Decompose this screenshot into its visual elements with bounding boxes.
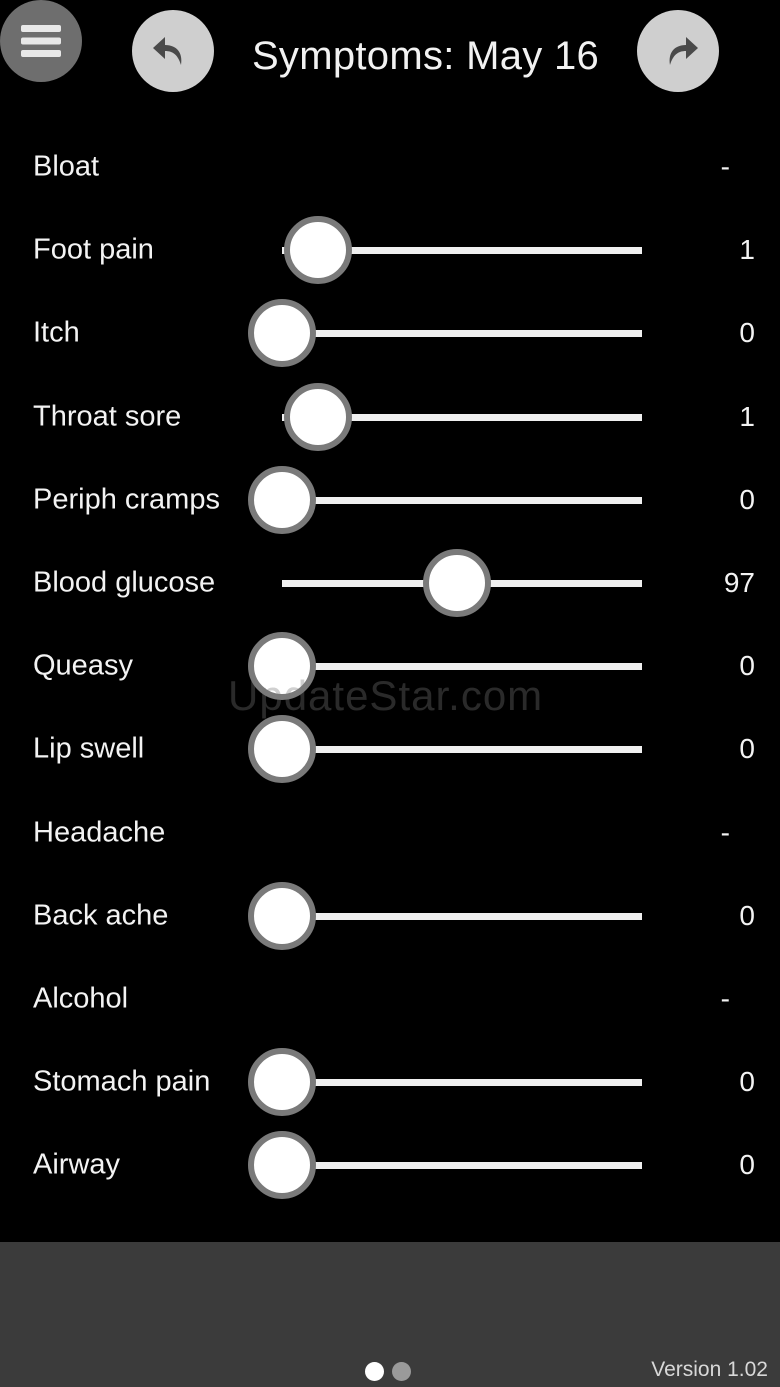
hamburger-menu-icon [21, 25, 61, 57]
symptom-label: Itch [33, 316, 80, 348]
footer: Version 1.02 [0, 1242, 780, 1387]
slider-track[interactable] [282, 496, 642, 504]
symptom-value: - [720, 982, 730, 1014]
page-dot[interactable] [392, 1362, 411, 1381]
menu-button[interactable] [0, 0, 82, 82]
symptom-label: Stomach pain [33, 1065, 211, 1097]
slider-thumb[interactable] [248, 465, 316, 534]
symptom-slider[interactable] [282, 375, 642, 458]
page-indicator[interactable] [365, 1362, 411, 1381]
symptom-label: Lip swell [33, 732, 145, 764]
symptom-row: Back ache 0 [0, 874, 780, 957]
symptom-row: Stomach pain 0 [0, 1040, 780, 1123]
symptom-label: Blood glucose [33, 566, 216, 598]
slider-thumb[interactable] [248, 881, 316, 950]
undo-arrow-icon [153, 37, 182, 65]
symptom-label: Alcohol [33, 982, 129, 1014]
redo-button[interactable] [637, 10, 719, 92]
symptom-row: Queasy 0 [0, 624, 780, 707]
symptom-value: 0 [739, 483, 755, 515]
undo-button[interactable] [132, 10, 214, 92]
symptom-slider[interactable] [248, 874, 642, 957]
symptom-value: 0 [739, 316, 755, 348]
symptom-row: Airway 0 [0, 1123, 780, 1206]
slider-track[interactable] [282, 329, 642, 337]
version-label: Version 1.02 [651, 1358, 768, 1381]
slider-thumb[interactable] [422, 548, 491, 617]
symptom-label: Bloat [33, 150, 100, 182]
symptom-row: Throat sore 1 [0, 375, 780, 458]
symptom-label: Back ache [33, 899, 169, 931]
symptom-slider[interactable] [248, 291, 642, 374]
slider-thumb[interactable] [284, 382, 352, 451]
symptom-value: - [720, 150, 730, 182]
symptom-slider[interactable] [282, 208, 642, 291]
symptom-label: Queasy [33, 649, 133, 681]
symptom-label: Foot pain [33, 233, 154, 265]
slider-thumb[interactable] [284, 215, 352, 284]
slider-thumb[interactable] [248, 714, 316, 783]
symptom-row: Bloat - [0, 125, 780, 208]
symptom-value: 0 [739, 899, 755, 931]
redo-arrow-icon [669, 37, 698, 65]
symptom-value: - [720, 816, 730, 848]
symptom-slider[interactable] [248, 624, 642, 707]
header: Symptoms: May 16 [0, 0, 780, 120]
symptom-value: 0 [739, 1148, 755, 1180]
symptom-row: Blood glucose 97 [0, 541, 780, 624]
slider-track[interactable] [282, 745, 642, 753]
slider-thumb[interactable] [248, 298, 316, 367]
symptom-slider[interactable] [282, 541, 642, 624]
symptom-row: Headache - [0, 791, 780, 874]
symptom-slider[interactable] [248, 1123, 642, 1206]
symptom-row: Lip swell 0 [0, 707, 780, 790]
symptom-row: Alcohol - [0, 957, 780, 1040]
slider-track[interactable] [282, 662, 642, 670]
slider-track[interactable] [282, 912, 642, 920]
slider-thumb[interactable] [248, 631, 316, 700]
symptom-row: Foot pain 1 [0, 208, 780, 291]
symptom-value: 0 [739, 649, 755, 681]
symptom-label: Headache [33, 816, 166, 848]
symptom-value: 1 [739, 233, 755, 265]
symptom-value: 0 [739, 732, 755, 764]
symptom-value: 97 [723, 566, 755, 598]
symptom-label: Airway [33, 1148, 121, 1180]
symptom-label: Periph cramps [33, 483, 220, 515]
symptom-row: Itch 0 [0, 291, 780, 374]
symptom-slider[interactable] [248, 458, 642, 541]
slider-track[interactable] [282, 1078, 642, 1086]
symptom-slider[interactable] [248, 707, 642, 790]
slider-thumb[interactable] [248, 1130, 316, 1199]
slider-thumb[interactable] [248, 1047, 316, 1116]
slider-track[interactable] [282, 1161, 642, 1169]
symptom-slider[interactable] [248, 1040, 642, 1123]
symptom-value: 1 [739, 400, 755, 432]
symptom-label: Throat sore [33, 400, 182, 432]
symptom-row: Periph cramps 0 [0, 458, 780, 541]
page-dot[interactable] [365, 1362, 384, 1381]
page-title: Symptoms: May 16 [251, 34, 600, 78]
symptom-value: 0 [739, 1065, 755, 1097]
